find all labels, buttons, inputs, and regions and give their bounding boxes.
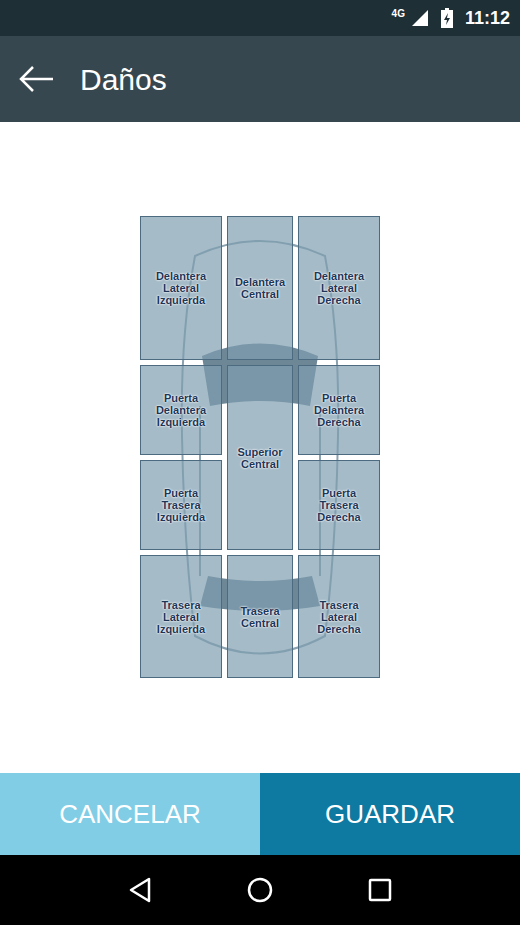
network-label: 4G <box>392 9 405 19</box>
triangle-back-icon <box>128 877 152 903</box>
nav-recents-button[interactable] <box>360 870 400 910</box>
damage-zone[interactable]: Trasera Lateral Izquierda <box>140 555 222 678</box>
car-diagram: Delantera Lateral IzquierdaDelantera Cen… <box>140 216 380 678</box>
cancel-button[interactable]: CANCELAR <box>0 773 260 855</box>
damage-zone[interactable]: Puerta Trasera Izquierda <box>140 460 222 550</box>
action-bar: CANCELARGUARDAR <box>0 773 520 855</box>
damage-zone[interactable]: Superior Central <box>227 365 293 550</box>
damage-zone[interactable]: Puerta Delantera Izquierda <box>140 365 222 455</box>
toolbar: Daños <box>0 36 520 122</box>
damage-zone[interactable]: Delantera Lateral Izquierda <box>140 216 222 360</box>
circle-home-icon <box>247 877 273 903</box>
damage-zone[interactable]: Puerta Delantera Derecha <box>298 365 380 455</box>
back-button[interactable] <box>0 49 72 109</box>
damage-zone[interactable]: Puerta Trasera Derecha <box>298 460 380 550</box>
signal-icon <box>411 9 429 27</box>
damage-panel: Delantera Lateral IzquierdaDelantera Cen… <box>0 122 520 773</box>
save-button[interactable]: GUARDAR <box>260 773 520 855</box>
damage-zone[interactable]: Delantera Central <box>227 216 293 360</box>
battery-icon <box>441 8 453 28</box>
status-bar: 4G 11:12 <box>0 0 520 36</box>
damage-zone[interactable]: Trasera Central <box>227 555 293 678</box>
nav-back-button[interactable] <box>120 870 160 910</box>
damage-zone[interactable]: Delantera Lateral Derecha <box>298 216 380 360</box>
clock: 11:12 <box>465 5 510 32</box>
square-recents-icon <box>368 878 392 902</box>
damage-zone[interactable]: Trasera Lateral Derecha <box>298 555 380 678</box>
toolbar-title: Daños <box>80 57 167 102</box>
app-screen: 4G11:12DañosDelantera Lateral IzquierdaD… <box>0 0 520 925</box>
back-arrow-icon <box>17 64 55 94</box>
navigation-bar <box>0 855 520 925</box>
nav-home-button[interactable] <box>240 870 280 910</box>
